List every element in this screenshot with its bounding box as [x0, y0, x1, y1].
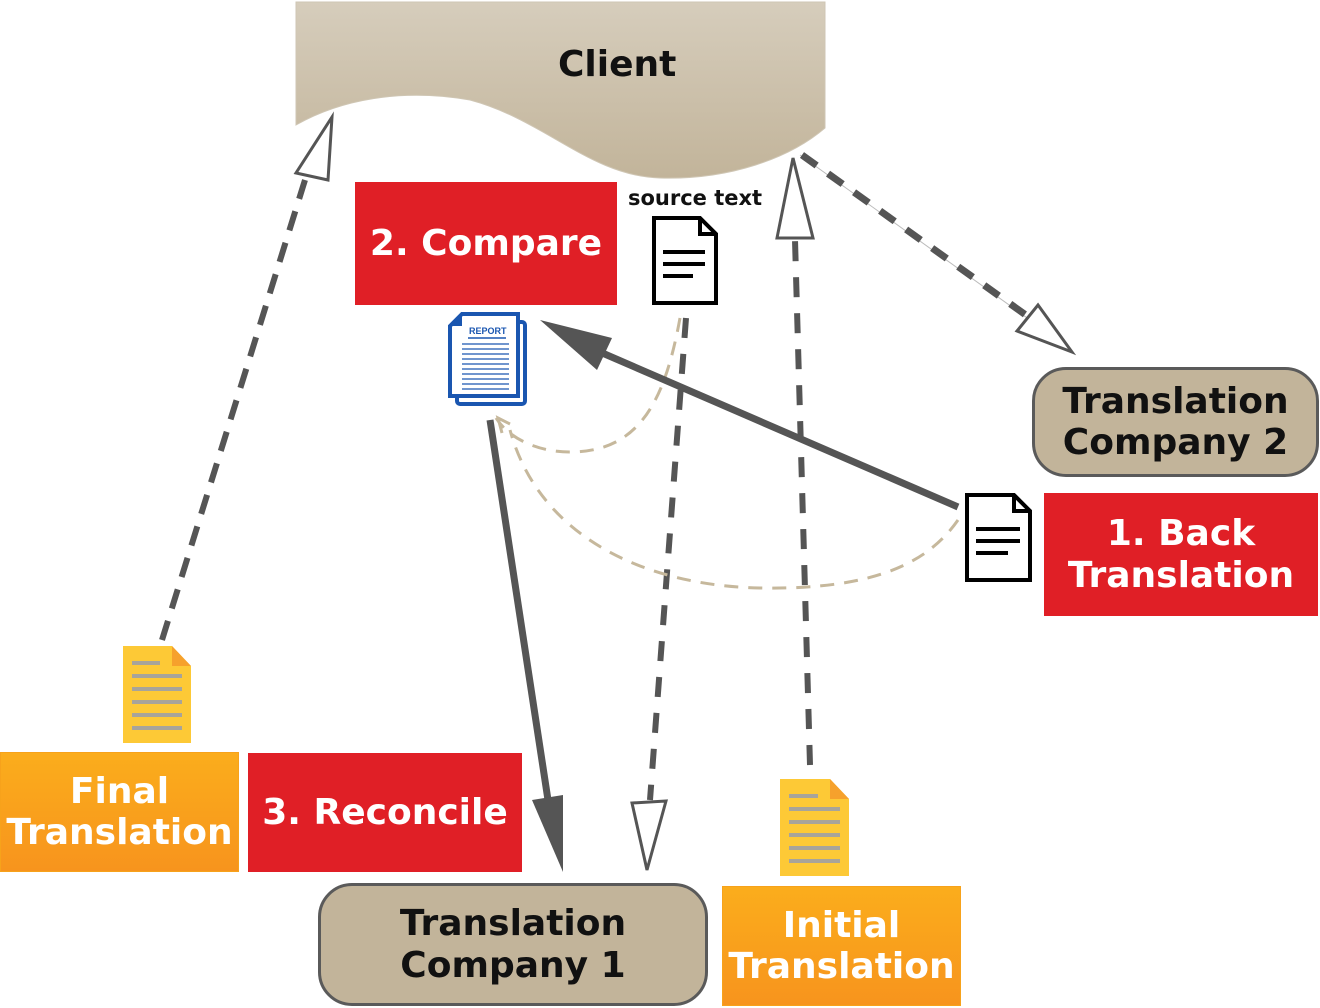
final-translation-label-line1: Final	[69, 770, 170, 812]
source-text-label: source text	[628, 186, 763, 210]
back-translation-document-icon	[965, 493, 1032, 582]
source-text-document-icon	[652, 216, 718, 305]
company1-label-line1: Translation	[399, 903, 627, 945]
company2-label-line2: Company 2	[1062, 422, 1289, 463]
connector-final-to-client	[159, 179, 308, 641]
final-translation-document-icon	[123, 646, 191, 743]
open-arrowhead-icon	[495, 415, 511, 434]
final-translation-label-line2: Translation	[6, 812, 233, 853]
open-arrowhead-icon	[293, 111, 334, 182]
step-back-translation: 1. Back Translation	[1044, 493, 1318, 616]
initial-translation-label-line1: Initial	[782, 904, 901, 946]
open-arrowhead-icon	[630, 799, 669, 871]
connector-initial-to-client	[792, 239, 813, 766]
connector-client-to-company2	[799, 152, 1033, 321]
initial-translation: Initial Translation	[722, 886, 961, 1006]
filled-arrowhead-icon	[540, 320, 612, 370]
back-translation-label-line2: Translation	[1067, 554, 1295, 596]
connector-back-to-report-arc	[508, 429, 960, 590]
client-label: Client	[558, 44, 677, 85]
step-compare-label: 2. Compare	[369, 222, 603, 264]
report-icon: REPORT	[448, 312, 527, 406]
translation-company-1: Translation Company 1	[318, 883, 708, 1006]
step-compare: 2. Compare	[355, 182, 617, 305]
client-shape	[295, 1, 826, 179]
step-reconcile-label: 3. Reconcile	[262, 791, 508, 833]
connector-report-to-company1	[486, 419, 552, 801]
step-reconcile: 3. Reconcile	[248, 753, 522, 872]
company1-label-line2: Company 1	[400, 944, 626, 986]
diagram-canvas: REPORT Client source text 2. Compare Tra…	[0, 0, 1320, 1008]
open-arrowhead-icon	[775, 157, 815, 240]
initial-translation-label-line2: Translation	[728, 946, 955, 987]
report-label: REPORT	[469, 326, 507, 336]
company2-label-line1: Translation	[1062, 380, 1289, 422]
filled-arrowhead-icon	[532, 795, 563, 872]
connector-back-to-report	[598, 348, 960, 511]
translation-company-2: Translation Company 2	[1032, 367, 1319, 477]
final-translation: Final Translation	[0, 752, 239, 872]
initial-translation-document-icon	[780, 779, 849, 876]
back-translation-label-line1: 1. Back	[1106, 513, 1256, 555]
